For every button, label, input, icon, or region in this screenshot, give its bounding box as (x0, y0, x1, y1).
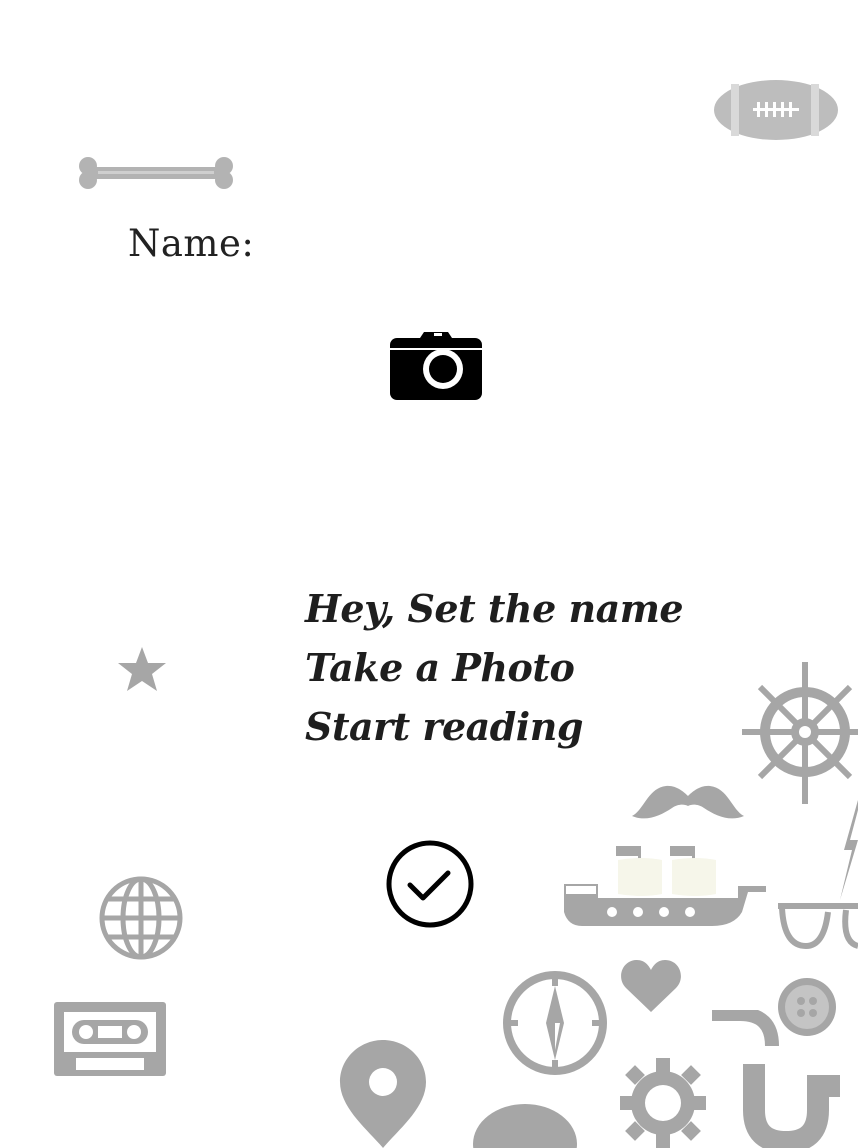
instruction-set-name: Hey, Set the name (305, 586, 684, 631)
map-pin-icon (338, 1038, 428, 1148)
star-icon (116, 645, 168, 693)
instruction-take-photo: Take a Photo (305, 645, 575, 690)
name-label: Name: (128, 222, 255, 265)
ship-wheel-icon (742, 662, 858, 804)
compass-icon (502, 970, 608, 1076)
cassette-icon (52, 1000, 168, 1078)
check-circle-icon[interactable] (385, 839, 475, 933)
heart-icon (620, 958, 682, 1014)
bone-icon (78, 156, 234, 190)
lightning-icon (838, 800, 858, 900)
globe-icon (98, 875, 184, 961)
mustache-icon (630, 782, 746, 822)
football-icon (713, 78, 839, 142)
glasses-icon (776, 902, 858, 952)
instruction-start-reading: Start reading (305, 704, 583, 749)
camera-icon[interactable] (388, 332, 484, 406)
pipe-icon (710, 1010, 844, 1148)
gear-icon (620, 1058, 706, 1148)
speech-bubble-icon (470, 1102, 580, 1148)
ship-icon (562, 842, 768, 930)
